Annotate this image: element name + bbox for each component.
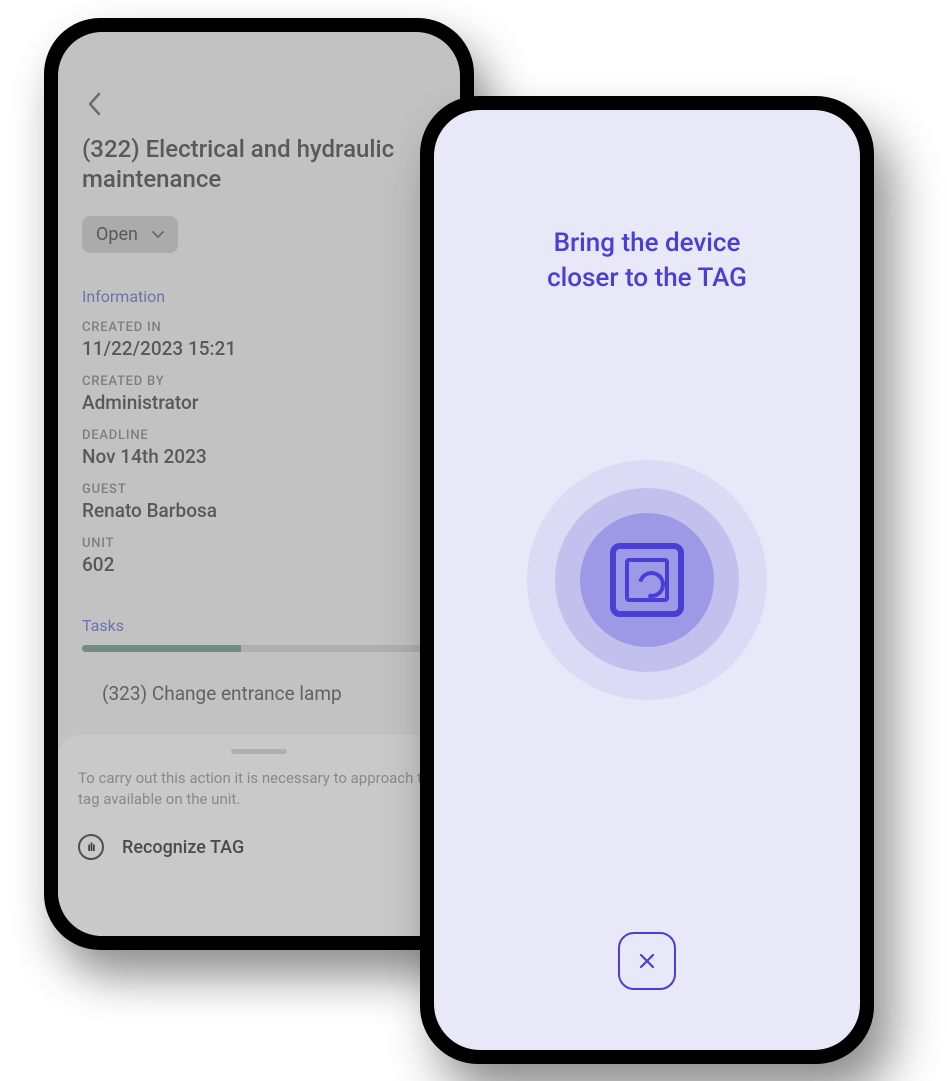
recognize-tag-label: Recognize TAG [122,837,244,858]
guest-label: GUEST [82,482,436,497]
unit-label: UNIT [82,536,436,551]
page-title: (322) Electrical and hydraulic maintenan… [82,134,436,194]
created-by-value: Administrator [82,391,436,414]
deadline-label: DEADLINE [82,428,436,443]
nfc-small-icon: ıIı [78,834,104,860]
phone-front-screen: Bring the device closer to the TAG [434,110,860,1050]
phone-front: Bring the device closer to the TAG [420,96,874,1064]
status-dropdown[interactable]: Open [82,216,178,253]
close-button[interactable] [618,932,676,990]
info-section-label: Information [82,287,436,306]
nfc-icon [610,543,684,617]
guest-value: Renato Barbosa [82,499,436,522]
task-item[interactable]: (323) Change entrance lamp [82,682,436,705]
deadline-value: Nov 14th 2023 [82,445,436,468]
phone-back-screen: (322) Electrical and hydraulic maintenan… [58,32,460,936]
sheet-info-text: To carry out this action it is necessary… [78,768,440,810]
recognize-tag-button[interactable]: ıIı Recognize TAG [78,828,440,866]
nfc-prompt-title: Bring the device closer to the TAG [434,226,860,296]
bottom-sheet: To carry out this action it is necessary… [58,735,460,936]
created-in-label: CREATED IN [82,320,436,335]
tasks-progress [82,645,436,652]
unit-value: 602 [82,553,436,576]
created-by-label: CREATED BY [82,374,436,389]
tasks-progress-fill [82,645,241,652]
created-in-value: 11/22/2023 15:21 [82,337,436,360]
back-button[interactable] [82,92,106,116]
close-icon [639,953,655,969]
chevron-down-icon [152,231,164,239]
status-value: Open [96,224,138,245]
sheet-drag-handle[interactable] [231,749,287,754]
phone-back: (322) Electrical and hydraulic maintenan… [44,18,474,950]
tasks-section-label: Tasks [82,616,436,635]
nfc-pulse [527,460,767,700]
